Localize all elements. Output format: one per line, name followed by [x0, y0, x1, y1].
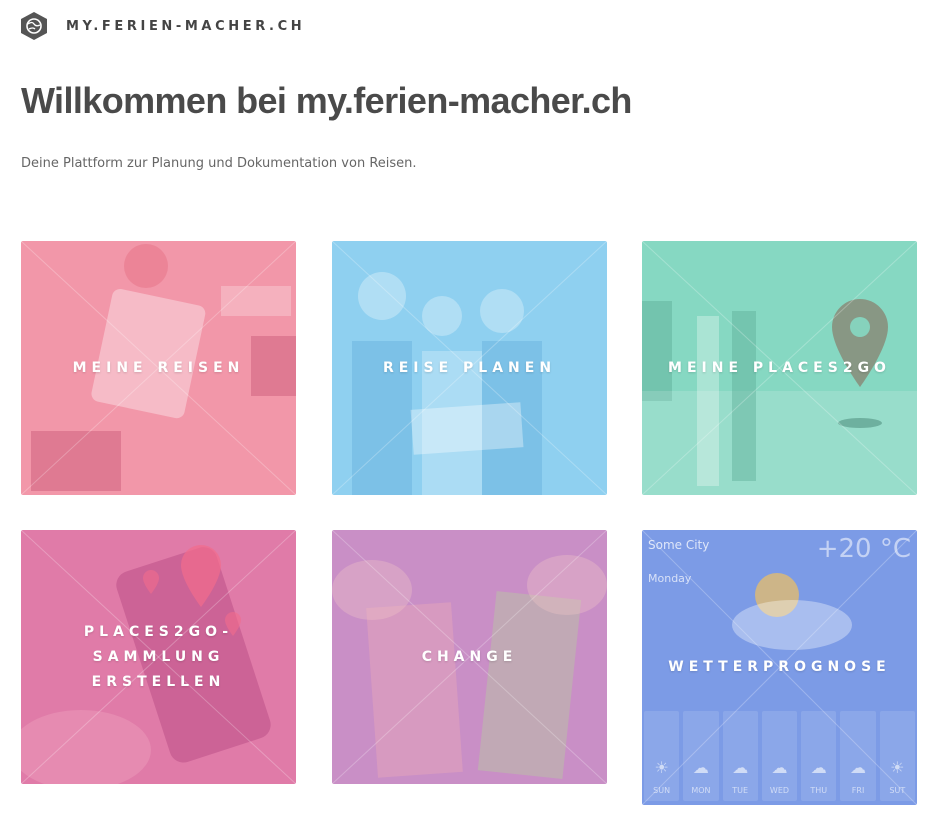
cloud-icon: ☁ [850, 760, 867, 777]
brand-link[interactable]: MY.FERIEN-MACHER.CH [66, 19, 305, 34]
cloud-icon: ☁ [692, 760, 709, 777]
header: MY.FERIEN-MACHER.CH [20, 10, 305, 42]
page-subtitle: Deine Plattform zur Planung und Dokument… [21, 156, 417, 171]
tile-label: MEINE REISEN [72, 359, 245, 376]
tile-label: PLACES2GO-SAMMLUNG ERSTELLEN [83, 623, 234, 690]
forecast-day: ☀ SUN [644, 711, 680, 801]
tile-reise-planen[interactable]: REISE PLANEN [332, 241, 607, 495]
sun-icon: ☀ [654, 760, 669, 777]
tile-label: CHANGE [421, 648, 518, 665]
page-title: Willkommen bei my.ferien-macher.ch [21, 80, 632, 121]
forecast-day: ☀ SUT [879, 711, 915, 801]
cloud-icon: ☁ [810, 760, 827, 777]
forecast-day: ☁ TUE [722, 711, 758, 801]
sun-icon: ☀ [890, 760, 905, 777]
weather-day: Monday [648, 572, 692, 585]
tile-meine-reisen[interactable]: MEINE REISEN [21, 241, 296, 495]
cloud-icon: ☁ [732, 760, 749, 777]
tile-wetterprognose[interactable]: Some City +20 °C Monday ☀ SUN ☁ MON ☁ TUE ☁… [642, 530, 917, 805]
forecast-day: ☁ MON [683, 711, 719, 801]
forecast-day: ☁ FRI [840, 711, 876, 801]
tile-change[interactable]: CHANGE [332, 530, 607, 784]
tile-label: REISE PLANEN [382, 359, 557, 376]
tile-places2go-sammlung-erstellen[interactable]: PLACES2GO-SAMMLUNG ERSTELLEN [21, 530, 296, 784]
weather-temp: +20 °C [816, 534, 911, 564]
tile-label: WETTERPROGNOSE [668, 659, 891, 675]
weather-forecast: ☀ SUN ☁ MON ☁ TUE ☁ WED ☁ THU ☁ FRI ☀ SUT [644, 711, 915, 801]
tile-label: MEINE PLACES2GO [668, 359, 891, 376]
weather-city: Some City [648, 538, 710, 552]
tile-meine-places2go[interactable]: MEINE PLACES2GO [642, 241, 917, 495]
globe-hex-icon[interactable] [20, 11, 48, 41]
cloud-icon: ☁ [771, 760, 788, 777]
forecast-day: ☁ WED [761, 711, 798, 801]
forecast-day: ☁ THU [801, 711, 837, 801]
